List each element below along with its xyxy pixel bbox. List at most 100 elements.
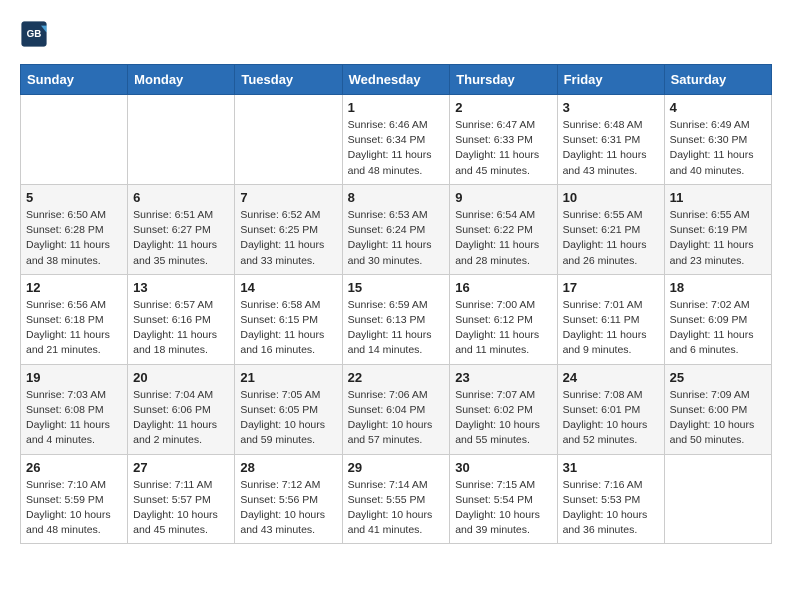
day-number: 4 bbox=[670, 100, 766, 115]
day-info: Sunrise: 6:49 AM Sunset: 6:30 PM Dayligh… bbox=[670, 118, 766, 179]
day-info: Sunrise: 7:16 AM Sunset: 5:53 PM Dayligh… bbox=[563, 478, 659, 539]
day-info: Sunrise: 6:58 AM Sunset: 6:15 PM Dayligh… bbox=[240, 298, 336, 359]
day-number: 15 bbox=[348, 280, 445, 295]
day-cell: 29Sunrise: 7:14 AM Sunset: 5:55 PM Dayli… bbox=[342, 454, 450, 544]
day-number: 10 bbox=[563, 190, 659, 205]
day-cell: 1 Sunrise: 6:46 AM Sunset: 6:34 PM Daylig… bbox=[342, 95, 450, 185]
day-cell: 21 Sunrise: 7:05 AM Sunset: 6:05 PM Dayli… bbox=[235, 364, 342, 454]
day-number: 1 bbox=[348, 100, 445, 115]
day-cell: 18 Sunrise: 7:02 AM Sunset: 6:09 PM Dayli… bbox=[664, 274, 771, 364]
day-info: Sunrise: 6:56 AM Sunset: 6:18 PM Dayligh… bbox=[26, 298, 122, 359]
day-info: Sunrise: 7:06 AM Sunset: 6:04 PM Dayligh… bbox=[348, 388, 445, 449]
day-cell: 2 Sunrise: 6:47 AM Sunset: 6:33 PM Daylig… bbox=[450, 95, 557, 185]
day-number: 16 bbox=[455, 280, 551, 295]
day-cell: 10 Sunrise: 6:55 AM Sunset: 6:21 PM Dayli… bbox=[557, 184, 664, 274]
day-number: 19 bbox=[26, 370, 122, 385]
day-number: 11 bbox=[670, 190, 766, 205]
day-info: Sunrise: 7:12 AM Sunset: 5:56 PM Dayligh… bbox=[240, 478, 336, 539]
day-info: Sunrise: 6:57 AM Sunset: 6:16 PM Dayligh… bbox=[133, 298, 229, 359]
day-info: Sunrise: 6:47 AM Sunset: 6:33 PM Dayligh… bbox=[455, 118, 551, 179]
day-info: Sunrise: 6:46 AM Sunset: 6:34 PM Dayligh… bbox=[348, 118, 445, 179]
day-number: 31 bbox=[563, 460, 659, 475]
day-info: Sunrise: 6:59 AM Sunset: 6:13 PM Dayligh… bbox=[348, 298, 445, 359]
day-cell: 15 Sunrise: 6:59 AM Sunset: 6:13 PM Dayli… bbox=[342, 274, 450, 364]
day-number: 25 bbox=[670, 370, 766, 385]
day-number: 9 bbox=[455, 190, 551, 205]
day-number: 22 bbox=[348, 370, 445, 385]
day-info: Sunrise: 6:52 AM Sunset: 6:25 PM Dayligh… bbox=[240, 208, 336, 269]
day-info: Sunrise: 7:04 AM Sunset: 6:06 PM Dayligh… bbox=[133, 388, 229, 449]
day-cell: 30Sunrise: 7:15 AM Sunset: 5:54 PM Dayli… bbox=[450, 454, 557, 544]
day-cell: 13 Sunrise: 6:57 AM Sunset: 6:16 PM Dayli… bbox=[128, 274, 235, 364]
day-info: Sunrise: 7:11 AM Sunset: 5:57 PM Dayligh… bbox=[133, 478, 229, 539]
day-info: Sunrise: 7:02 AM Sunset: 6:09 PM Dayligh… bbox=[670, 298, 766, 359]
day-cell: 26 Sunrise: 7:10 AM Sunset: 5:59 PM Dayli… bbox=[21, 454, 128, 544]
day-cell bbox=[128, 95, 235, 185]
day-number: 6 bbox=[133, 190, 229, 205]
calendar-header: SundayMondayTuesdayWednesdayThursdayFrid… bbox=[21, 65, 772, 95]
week-row-3: 12 Sunrise: 6:56 AM Sunset: 6:18 PM Dayli… bbox=[21, 274, 772, 364]
day-number: 27 bbox=[133, 460, 229, 475]
day-number: 13 bbox=[133, 280, 229, 295]
day-number: 17 bbox=[563, 280, 659, 295]
weekday-header-thursday: Thursday bbox=[450, 65, 557, 95]
day-info: Sunrise: 6:55 AM Sunset: 6:21 PM Dayligh… bbox=[563, 208, 659, 269]
day-cell: 31 Sunrise: 7:16 AM Sunset: 5:53 PM Dayli… bbox=[557, 454, 664, 544]
logo: GB bbox=[20, 20, 52, 48]
svg-text:GB: GB bbox=[27, 29, 42, 40]
day-info: Sunrise: 7:01 AM Sunset: 6:11 PM Dayligh… bbox=[563, 298, 659, 359]
week-row-5: 26 Sunrise: 7:10 AM Sunset: 5:59 PM Dayli… bbox=[21, 454, 772, 544]
day-info: Sunrise: 7:03 AM Sunset: 6:08 PM Dayligh… bbox=[26, 388, 122, 449]
day-number: 26 bbox=[26, 460, 122, 475]
day-number: 23 bbox=[455, 370, 551, 385]
day-info: Sunrise: 7:10 AM Sunset: 5:59 PM Dayligh… bbox=[26, 478, 122, 539]
day-cell: 9Sunrise: 6:54 AM Sunset: 6:22 PM Daylig… bbox=[450, 184, 557, 274]
calendar-body: 1 Sunrise: 6:46 AM Sunset: 6:34 PM Daylig… bbox=[21, 95, 772, 544]
day-info: Sunrise: 6:50 AM Sunset: 6:28 PM Dayligh… bbox=[26, 208, 122, 269]
day-number: 12 bbox=[26, 280, 122, 295]
day-cell bbox=[21, 95, 128, 185]
page-header: GB bbox=[20, 20, 772, 48]
day-cell bbox=[664, 454, 771, 544]
day-info: Sunrise: 7:05 AM Sunset: 6:05 PM Dayligh… bbox=[240, 388, 336, 449]
day-number: 28 bbox=[240, 460, 336, 475]
day-info: Sunrise: 7:09 AM Sunset: 6:00 PM Dayligh… bbox=[670, 388, 766, 449]
logo-icon: GB bbox=[20, 20, 48, 48]
day-number: 3 bbox=[563, 100, 659, 115]
week-row-4: 19 Sunrise: 7:03 AM Sunset: 6:08 PM Dayli… bbox=[21, 364, 772, 454]
day-info: Sunrise: 6:48 AM Sunset: 6:31 PM Dayligh… bbox=[563, 118, 659, 179]
day-number: 21 bbox=[240, 370, 336, 385]
day-cell: 24 Sunrise: 7:08 AM Sunset: 6:01 PM Dayli… bbox=[557, 364, 664, 454]
day-info: Sunrise: 7:07 AM Sunset: 6:02 PM Dayligh… bbox=[455, 388, 551, 449]
day-info: Sunrise: 7:08 AM Sunset: 6:01 PM Dayligh… bbox=[563, 388, 659, 449]
weekday-header-sunday: Sunday bbox=[21, 65, 128, 95]
day-info: Sunrise: 6:55 AM Sunset: 6:19 PM Dayligh… bbox=[670, 208, 766, 269]
day-number: 7 bbox=[240, 190, 336, 205]
day-cell: 22 Sunrise: 7:06 AM Sunset: 6:04 PM Dayli… bbox=[342, 364, 450, 454]
day-number: 18 bbox=[670, 280, 766, 295]
day-number: 24 bbox=[563, 370, 659, 385]
day-info: Sunrise: 7:15 AM Sunset: 5:54 PM Dayligh… bbox=[455, 478, 551, 539]
weekday-header-saturday: Saturday bbox=[664, 65, 771, 95]
day-cell: 25 Sunrise: 7:09 AM Sunset: 6:00 PM Dayli… bbox=[664, 364, 771, 454]
day-cell: 20Sunrise: 7:04 AM Sunset: 6:06 PM Dayli… bbox=[128, 364, 235, 454]
weekday-header-tuesday: Tuesday bbox=[235, 65, 342, 95]
day-cell: 3 Sunrise: 6:48 AM Sunset: 6:31 PM Daylig… bbox=[557, 95, 664, 185]
day-info: Sunrise: 6:53 AM Sunset: 6:24 PM Dayligh… bbox=[348, 208, 445, 269]
day-cell: 23 Sunrise: 7:07 AM Sunset: 6:02 PM Dayli… bbox=[450, 364, 557, 454]
day-cell: 17 Sunrise: 7:01 AM Sunset: 6:11 PM Dayli… bbox=[557, 274, 664, 364]
day-number: 2 bbox=[455, 100, 551, 115]
day-cell: 8Sunrise: 6:53 AM Sunset: 6:24 PM Daylig… bbox=[342, 184, 450, 274]
day-cell: 5 Sunrise: 6:50 AM Sunset: 6:28 PM Daylig… bbox=[21, 184, 128, 274]
day-cell: 6Sunrise: 6:51 AM Sunset: 6:27 PM Daylig… bbox=[128, 184, 235, 274]
day-cell: 14 Sunrise: 6:58 AM Sunset: 6:15 PM Dayli… bbox=[235, 274, 342, 364]
day-number: 5 bbox=[26, 190, 122, 205]
day-info: Sunrise: 7:00 AM Sunset: 6:12 PM Dayligh… bbox=[455, 298, 551, 359]
day-info: Sunrise: 7:14 AM Sunset: 5:55 PM Dayligh… bbox=[348, 478, 445, 539]
day-cell: 4 Sunrise: 6:49 AM Sunset: 6:30 PM Daylig… bbox=[664, 95, 771, 185]
day-cell: 27 Sunrise: 7:11 AM Sunset: 5:57 PM Dayli… bbox=[128, 454, 235, 544]
day-number: 14 bbox=[240, 280, 336, 295]
day-cell: 19 Sunrise: 7:03 AM Sunset: 6:08 PM Dayli… bbox=[21, 364, 128, 454]
calendar-table: SundayMondayTuesdayWednesdayThursdayFrid… bbox=[20, 64, 772, 544]
week-row-2: 5 Sunrise: 6:50 AM Sunset: 6:28 PM Daylig… bbox=[21, 184, 772, 274]
